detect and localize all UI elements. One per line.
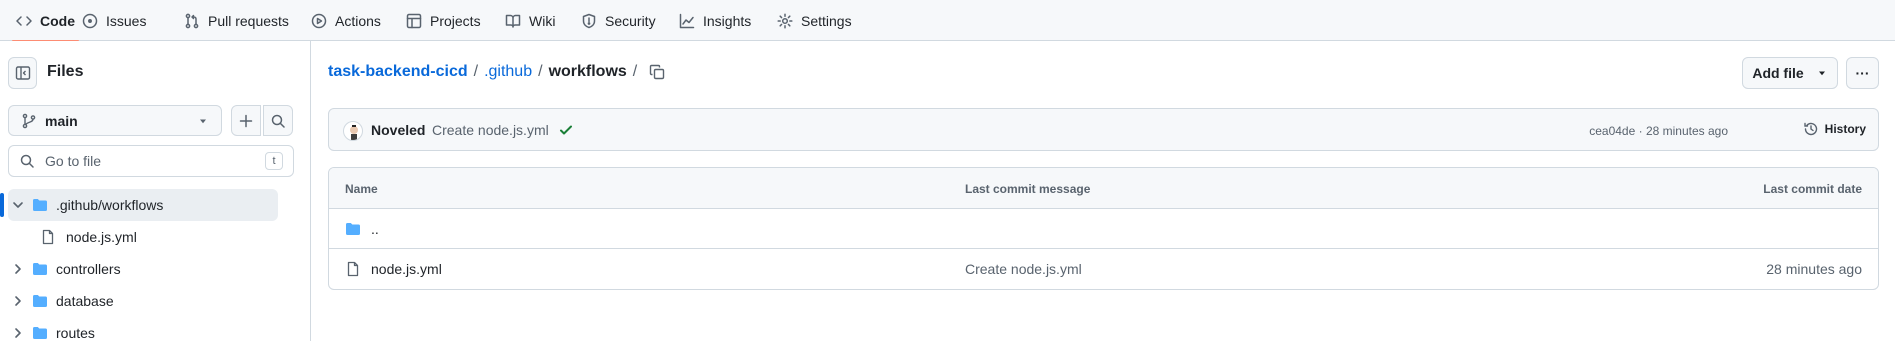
history-button[interactable]: History: [1803, 121, 1866, 137]
tree-item-database[interactable]: database: [8, 285, 278, 317]
go-to-file-input[interactable]: [45, 153, 255, 169]
commit-message[interactable]: Create node.js.yml: [432, 122, 549, 138]
chevron-right-icon: [15, 264, 21, 274]
tab-insights-label: Insights: [703, 12, 752, 29]
tree-item-controllers[interactable]: controllers: [8, 253, 278, 285]
file-link[interactable]: node.js.yml: [371, 261, 442, 277]
tab-code-label: Code: [40, 12, 75, 29]
tab-code[interactable]: Code: [12, 0, 79, 42]
code-icon: [16, 15, 32, 26]
breadcrumb-current: workflows: [548, 63, 627, 80]
repo-nav: Code Issues Pull requests Actions Projec…: [0, 0, 1895, 42]
breadcrumb: task-backend-cicd / .github / workflows …: [328, 63, 665, 81]
add-file-button[interactable]: Add file: [1742, 57, 1838, 89]
latest-commit-bar: Noveled Create node.js.yml cea04de · 28 …: [328, 108, 1879, 151]
caret-down-icon: [1818, 71, 1825, 76]
add-file-label: Add file: [1752, 65, 1804, 81]
search-icon: [20, 154, 34, 168]
chevron-right-icon: [15, 328, 21, 338]
tab-security[interactable]: Security: [577, 0, 660, 41]
history-label: History: [1824, 122, 1866, 136]
tab-issues[interactable]: Issues: [78, 0, 150, 41]
table-header: Name Last commit message Last commit dat…: [329, 168, 1878, 209]
gear-icon: [777, 12, 793, 29]
breadcrumb-separator: /: [538, 63, 543, 80]
tree-item-github-workflows[interactable]: .github/workflows: [0, 189, 278, 221]
go-to-file-field[interactable]: t: [8, 145, 294, 177]
tree-item-routes[interactable]: routes: [8, 317, 278, 341]
tab-wiki-label: Wiki: [529, 12, 556, 29]
tree-item-label: routes: [56, 325, 95, 341]
book-icon: [505, 14, 521, 28]
shortcut-key: t: [265, 152, 283, 170]
tab-actions-label: Actions: [335, 12, 381, 29]
tree-item-label: node.js.yml: [66, 229, 137, 245]
tab-issues-label: Issues: [106, 12, 147, 29]
tab-actions[interactable]: Actions: [307, 0, 385, 41]
row-commit-message[interactable]: Create node.js.yml: [965, 261, 1082, 277]
plus-icon: [239, 114, 253, 127]
folder-icon: [33, 263, 47, 275]
sidebar-collapse-icon: [15, 66, 30, 80]
file-icon: [347, 261, 359, 277]
folder-icon: [33, 295, 47, 307]
tab-projects[interactable]: Projects: [402, 0, 485, 41]
file-table: Name Last commit message Last commit dat…: [328, 167, 1879, 290]
tab-wiki[interactable]: Wiki: [501, 0, 559, 41]
breadcrumb-dir-link[interactable]: .github: [484, 63, 532, 81]
breadcrumb-separator: /: [473, 63, 479, 80]
shield-icon: [582, 13, 596, 28]
check-icon[interactable]: [558, 122, 574, 138]
row-commit-date: 28 minutes ago: [1766, 261, 1862, 277]
folder-icon: [33, 327, 47, 339]
avatar[interactable]: [343, 121, 363, 141]
search-icon: [271, 114, 285, 128]
copy-path-icon[interactable]: [649, 64, 665, 80]
file-tree-sidebar: Files main t .github/workflows node.js.y…: [0, 41, 311, 341]
table-icon: [406, 13, 422, 28]
tree-item-label: controllers: [56, 261, 121, 277]
add-file-sidebar-button[interactable]: [231, 105, 261, 136]
tab-security-label: Security: [605, 12, 656, 29]
folder-open-icon: [33, 199, 47, 211]
breadcrumb-repo-link[interactable]: task-backend-cicd: [328, 63, 468, 81]
tree-item-label: database: [56, 293, 114, 309]
branch-icon: [22, 113, 36, 128]
breadcrumb-separator: /: [632, 63, 638, 80]
pull-request-icon: [185, 13, 199, 28]
tab-settings[interactable]: Settings: [773, 0, 856, 41]
column-name: Name: [345, 182, 378, 196]
tab-pull-requests-label: Pull requests: [208, 12, 289, 29]
tab-pull-requests[interactable]: Pull requests: [180, 0, 293, 41]
table-row[interactable]: node.js.yml Create node.js.yml 28 minute…: [329, 249, 1878, 289]
graph-icon: [679, 13, 695, 28]
history-icon: [1803, 122, 1817, 136]
kebab-icon: ···: [1855, 65, 1870, 81]
tab-projects-label: Projects: [430, 12, 481, 29]
play-icon: [311, 13, 327, 28]
commit-author[interactable]: Noveled: [371, 122, 425, 138]
commit-meta[interactable]: cea04de · 28 minutes ago: [1589, 124, 1728, 138]
tree-item-label: .github/workflows: [56, 197, 164, 213]
branch-selector[interactable]: main: [8, 105, 222, 136]
tab-settings-label: Settings: [801, 12, 852, 29]
issue-icon: [82, 13, 98, 28]
table-row[interactable]: ..: [329, 209, 1878, 249]
sidebar-title: Files: [47, 63, 84, 80]
file-icon: [42, 229, 54, 245]
parent-dir-link[interactable]: ..: [371, 221, 379, 237]
branch-name: main: [45, 112, 78, 129]
more-options-button[interactable]: ···: [1846, 57, 1879, 89]
column-date: Last commit date: [1763, 182, 1862, 196]
tab-insights[interactable]: Insights: [675, 0, 755, 41]
chevron-right-icon: [15, 296, 21, 306]
column-message: Last commit message: [965, 182, 1091, 196]
tree-item-node-js-yml[interactable]: node.js.yml: [8, 221, 278, 253]
collapse-sidebar-button[interactable]: [8, 57, 37, 89]
search-tree-button[interactable]: [263, 105, 293, 136]
folder-icon: [346, 223, 360, 235]
chevron-down-icon: [13, 202, 23, 208]
caret-down-icon: [200, 119, 206, 123]
